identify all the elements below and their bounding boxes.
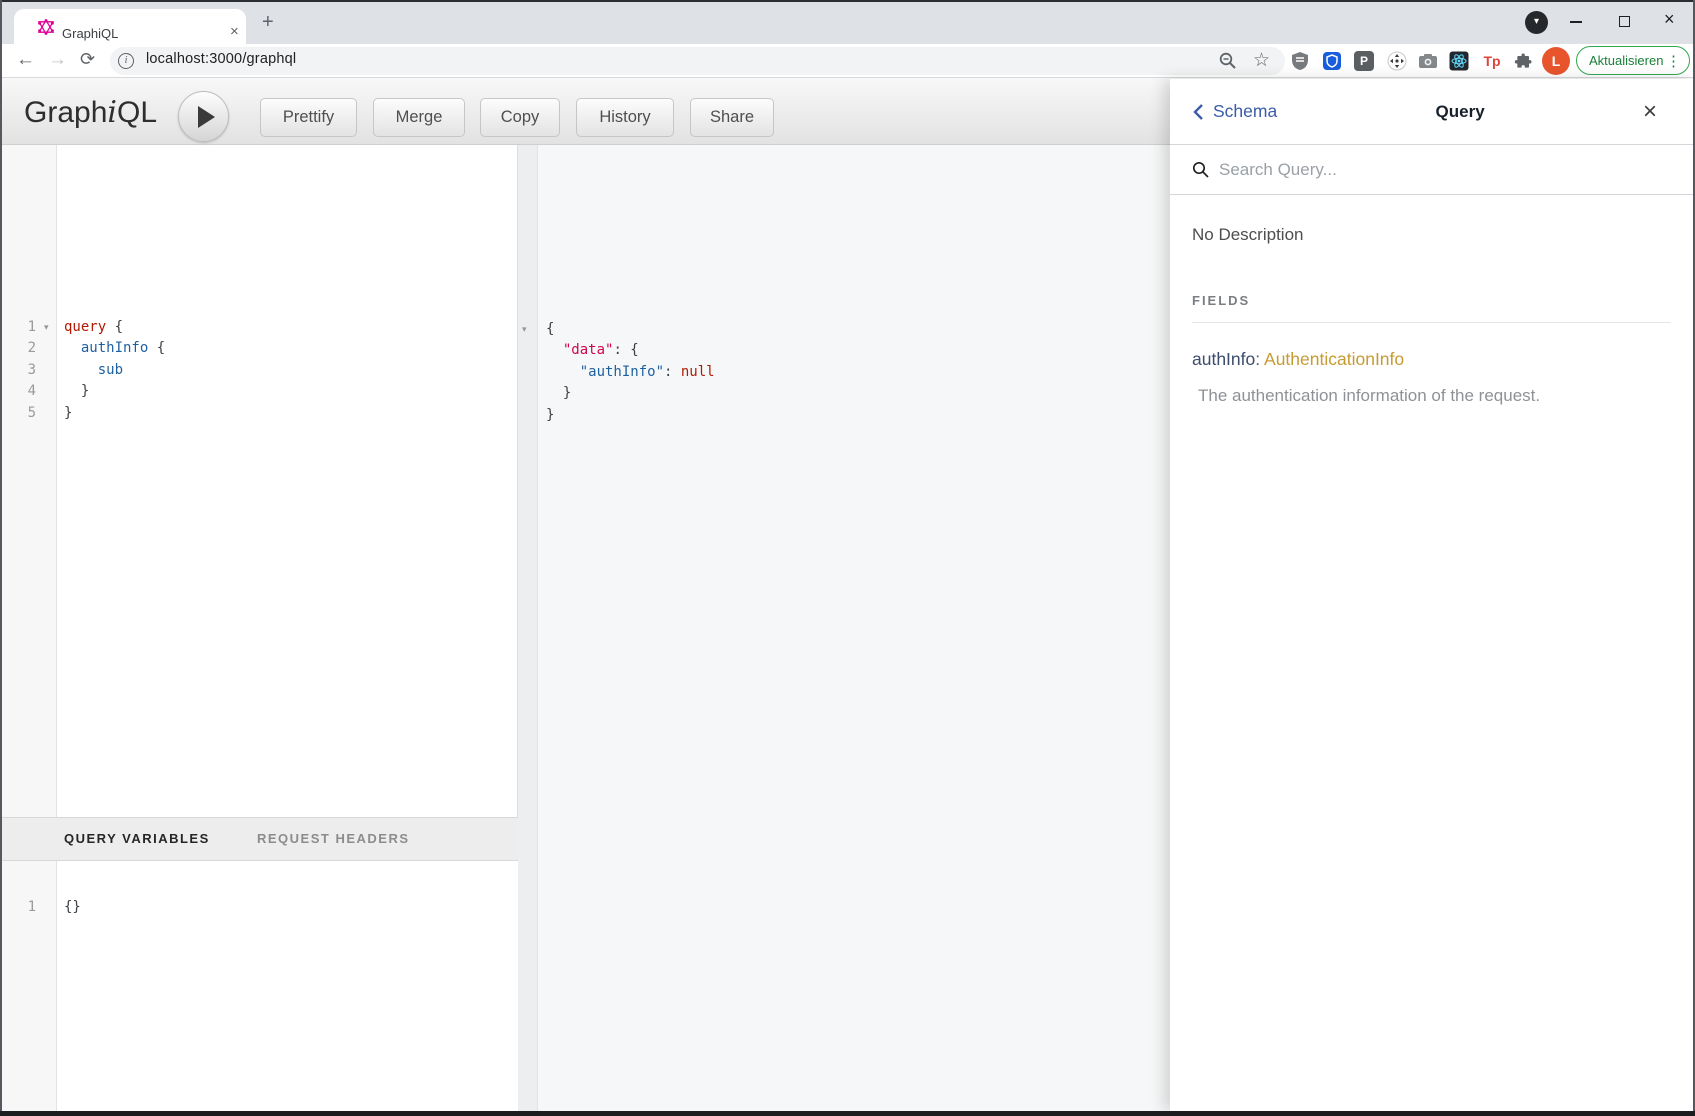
type-name-link[interactable]: AuthenticationInfo: [1264, 349, 1404, 369]
line-number: 2: [0, 338, 36, 360]
fields-section-label: FIELDS: [1192, 293, 1671, 308]
line-number: 3: [0, 360, 36, 382]
result-line: {: [546, 319, 554, 341]
fields-divider: [1192, 322, 1671, 323]
update-label: Aktualisieren: [1589, 53, 1663, 68]
bookmark-star-icon[interactable]: ☆: [1253, 49, 1270, 72]
url-text[interactable]: localhost:3000/graphql: [146, 51, 296, 67]
site-info-icon[interactable]: i: [118, 53, 134, 69]
chevron-left-icon: [1192, 103, 1204, 121]
fold-arrow-icon[interactable]: ▾: [44, 317, 49, 339]
tab-title: GraphiQL: [62, 26, 118, 41]
doc-search-input[interactable]: [1219, 160, 1599, 180]
variables-editor[interactable]: 1 {}: [0, 861, 518, 1111]
execute-query-button[interactable]: [178, 91, 229, 142]
chrome-update-button[interactable]: Aktualisieren ⋮: [1576, 46, 1690, 75]
doc-search-bar: [1170, 145, 1693, 195]
p-extension-icon[interactable]: P: [1354, 51, 1374, 71]
line-number: 4: [0, 381, 36, 403]
field-row: authInfo: AuthenticationInfo: [1192, 349, 1671, 370]
code-line: sub: [64, 360, 123, 382]
field-description: The authentication information of the re…: [1198, 386, 1671, 406]
bitwarden-extension-icon[interactable]: [1322, 51, 1342, 71]
doc-close-icon[interactable]: ×: [1643, 102, 1657, 122]
doc-back-label: Schema: [1213, 101, 1277, 122]
doc-explorer-panel: Schema Query × No Description FIELDS aut…: [1170, 79, 1693, 1111]
history-button[interactable]: History: [576, 98, 674, 137]
new-tab-button[interactable]: +: [262, 11, 274, 34]
tab-query-variables[interactable]: QUERY VARIABLES: [64, 831, 210, 846]
graphiql-logo: GraphiQL: [24, 95, 157, 130]
ublock-extension-icon[interactable]: [1290, 51, 1310, 71]
query-editor-gutter: [0, 145, 57, 817]
result-line: }: [546, 405, 554, 427]
tab-close-icon[interactable]: ×: [230, 23, 239, 40]
field-name-link[interactable]: authInfo: [1192, 349, 1255, 369]
search-icon: [1192, 161, 1209, 178]
chevron-down-icon: ▾: [1534, 16, 1539, 27]
zoom-page-icon[interactable]: [1218, 51, 1238, 71]
type-description: No Description: [1192, 225, 1671, 245]
doc-explorer-header: Schema Query ×: [1170, 79, 1693, 145]
doc-title: Query: [1277, 102, 1643, 122]
variables-line: {}: [64, 897, 81, 919]
result-viewer: ▾ { "data": { "authInfo": null } }: [518, 145, 1170, 1111]
move-arrows-extension-icon[interactable]: [1387, 51, 1407, 71]
tab-strip: [0, 0, 1695, 44]
tp-extension-icon[interactable]: Tp: [1482, 51, 1502, 71]
result-fold-gutter: ▾: [518, 145, 538, 1111]
menu-dots-icon: ⋮: [1666, 52, 1681, 70]
code-line: authInfo {: [64, 338, 165, 360]
browser-tab-graphiql[interactable]: GraphiQL ×: [14, 9, 246, 44]
copy-button[interactable]: Copy: [480, 98, 560, 137]
play-icon: [198, 106, 215, 128]
code-line: }: [64, 381, 89, 403]
address-bar[interactable]: i localhost:3000/graphql: [110, 47, 1285, 75]
line-number: 1: [0, 897, 36, 919]
react-devtools-extension-icon[interactable]: [1449, 51, 1469, 71]
reload-button[interactable]: ⟳: [80, 49, 95, 70]
window-close-button[interactable]: ×: [1664, 9, 1675, 30]
result-line: }: [546, 383, 571, 405]
result-line: "authInfo": null: [546, 362, 715, 384]
window-edge: [0, 1111, 1695, 1116]
tab-request-headers[interactable]: REQUEST HEADERS: [257, 831, 410, 846]
back-button[interactable]: ←: [16, 49, 35, 71]
result-line: "data": {: [546, 340, 639, 362]
forward-button[interactable]: →: [48, 49, 67, 71]
doc-body: No Description FIELDS authInfo: Authenti…: [1170, 195, 1693, 406]
line-number: 5: [0, 403, 36, 425]
graphql-favicon-icon: [38, 19, 54, 35]
merge-button[interactable]: Merge: [373, 98, 465, 137]
browser-window: GraphiQL × + ▾ × ← → ⟳ i localhost:3000/…: [0, 0, 1695, 1116]
doc-back-link[interactable]: Schema: [1192, 101, 1277, 122]
camera-extension-icon[interactable]: [1418, 51, 1438, 71]
profile-avatar[interactable]: L: [1542, 47, 1570, 75]
window-edge: [0, 0, 2, 1111]
tab-search-button[interactable]: ▾: [1525, 11, 1548, 34]
extensions-puzzle-icon[interactable]: [1514, 51, 1534, 71]
code-line: query {: [64, 317, 123, 339]
window-maximize-button[interactable]: [1619, 16, 1630, 27]
line-number: 1: [0, 317, 36, 339]
prettify-button[interactable]: Prettify: [260, 98, 357, 137]
window-minimize-button[interactable]: [1570, 21, 1582, 23]
fold-arrow-icon[interactable]: ▾: [522, 319, 527, 341]
code-line: }: [64, 403, 72, 425]
share-button[interactable]: Share: [690, 98, 774, 137]
